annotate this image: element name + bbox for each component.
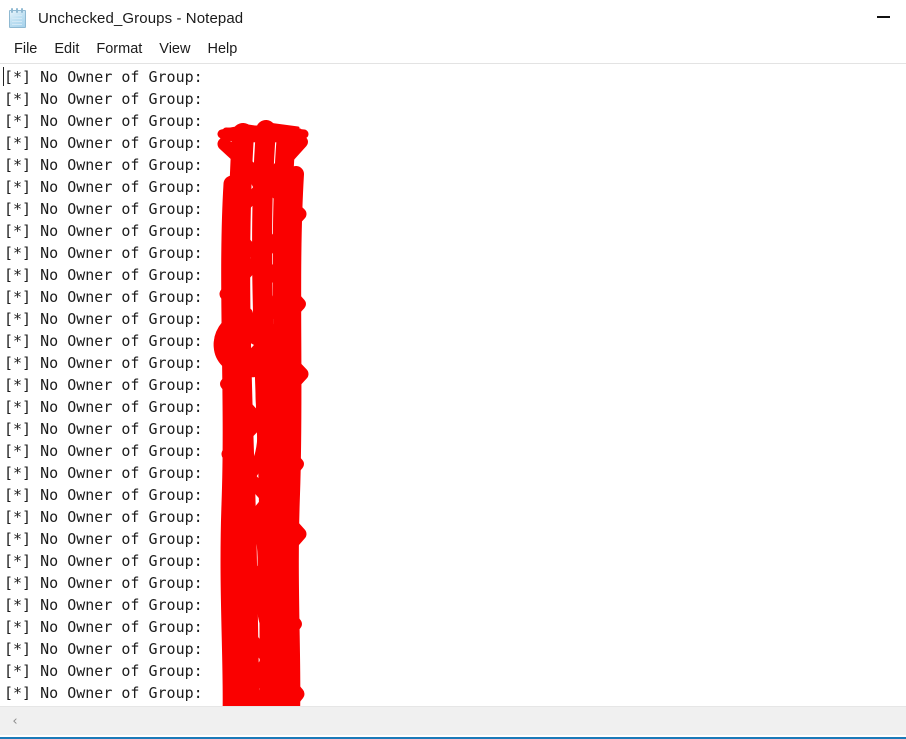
document-line: [*] No Owner of Group: bbox=[4, 640, 212, 658]
document-line: [*] No Owner of Group: bbox=[4, 200, 212, 218]
document-line: [*] No Owner of Group: bbox=[4, 508, 212, 526]
document-line: [*] No Owner of Group: bbox=[4, 244, 212, 262]
document-line: [*] No Owner of Group: bbox=[4, 354, 212, 372]
document-line: [*] No Owner of Group: bbox=[4, 618, 212, 636]
minimize-icon bbox=[876, 16, 890, 18]
title-bar[interactable]: Unchecked_Groups - Notepad bbox=[0, 0, 906, 36]
menu-item-edit[interactable]: Edit bbox=[46, 40, 88, 60]
window-controls bbox=[860, 0, 906, 36]
document-line: [*] No Owner of Group: bbox=[4, 332, 212, 350]
window-title: Unchecked_Groups - Notepad bbox=[38, 9, 244, 27]
horizontal-scrollbar[interactable]: ‹ bbox=[0, 706, 906, 735]
menu-item-view[interactable]: View bbox=[151, 40, 199, 60]
document-line: [*] No Owner of Group: bbox=[4, 288, 212, 306]
document-line: [*] No Owner of Group: bbox=[4, 134, 212, 152]
document-line: [*] No Owner of Group: bbox=[4, 442, 212, 460]
scroll-left-arrow-icon[interactable]: ‹ bbox=[0, 707, 30, 736]
document-line: [*] No Owner of Group: bbox=[4, 552, 212, 570]
menu-item-help[interactable]: Help bbox=[199, 40, 246, 60]
document-line: [*] No Owner of Group: bbox=[4, 596, 212, 614]
document-line: [*] No Owner of Group: bbox=[4, 464, 212, 482]
menu-item-format[interactable]: Format bbox=[88, 40, 151, 60]
document-line: [*] No Owner of Group: bbox=[4, 68, 212, 86]
document-line: [*] No Owner of Group: bbox=[4, 530, 212, 548]
notepad-window: Unchecked_Groups - Notepad File Edit For… bbox=[0, 0, 906, 739]
document-line: [*] No Owner of Group: bbox=[4, 574, 212, 592]
document-line: [*] No Owner of Group: bbox=[4, 398, 212, 416]
document-text[interactable]: [*] No Owner of Group: [*] No Owner of G… bbox=[4, 66, 906, 704]
document-line: [*] No Owner of Group: bbox=[4, 376, 212, 394]
document-line: [*] No Owner of Group: bbox=[4, 112, 212, 130]
menu-item-file[interactable]: File bbox=[6, 40, 46, 60]
document-line: [*] No Owner of Group: bbox=[4, 486, 212, 504]
document-line: [*] No Owner of Group: bbox=[4, 178, 212, 196]
scrollbar-track[interactable] bbox=[30, 707, 906, 736]
document-line: [*] No Owner of Group: bbox=[4, 90, 212, 108]
text-editor-area[interactable]: [*] No Owner of Group: [*] No Owner of G… bbox=[0, 63, 906, 709]
minimize-button[interactable] bbox=[860, 0, 906, 34]
document-line: [*] No Owner of Group: bbox=[4, 156, 212, 174]
notepad-icon bbox=[7, 7, 29, 29]
document-line: [*] No Owner of Group: bbox=[4, 222, 212, 240]
document-line: [*] No Owner of Group: bbox=[4, 266, 212, 284]
document-line: [*] No Owner of Group: bbox=[4, 662, 212, 680]
menu-bar: File Edit Format View Help bbox=[0, 36, 906, 63]
document-line: [*] No Owner of Group: bbox=[4, 310, 212, 328]
document-line: [*] No Owner of Group: bbox=[4, 420, 212, 438]
document-line: [*] No Owner of Group: bbox=[4, 684, 212, 702]
